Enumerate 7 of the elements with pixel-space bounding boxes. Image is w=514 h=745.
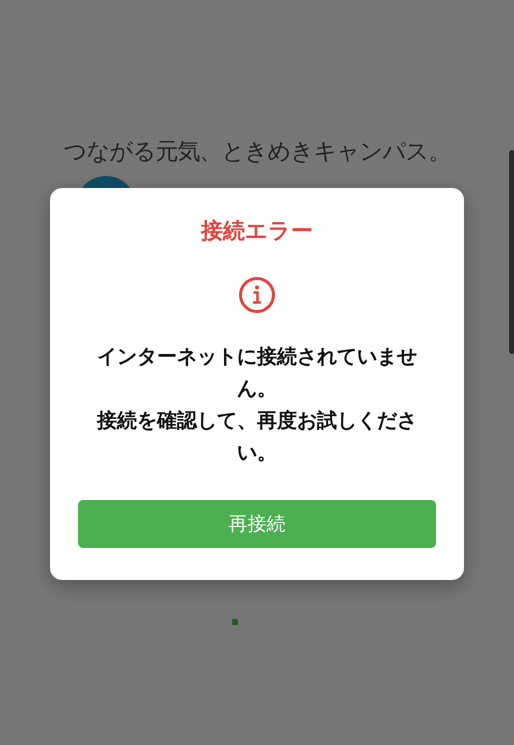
- reconnect-button[interactable]: 再接続: [78, 500, 436, 548]
- headline: つながる元気、ときめきキャンパス。: [64, 138, 450, 167]
- error-message: 接続を確認して、再度お試しください。: [96, 407, 418, 466]
- dialog-title: 接続エラー: [201, 218, 313, 246]
- loading-icon: [232, 619, 238, 625]
- info-icon: [238, 276, 276, 314]
- error-message: インターネットに接続されていません。: [96, 343, 418, 402]
